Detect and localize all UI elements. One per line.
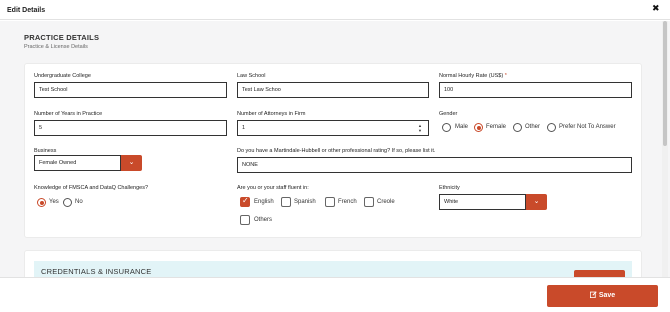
number-stepper-icon[interactable]: ▲ ▼ bbox=[418, 123, 422, 133]
rating-label: Do you have a Martindale-Hubbell or othe… bbox=[237, 148, 436, 154]
fmsca-radio-no[interactable] bbox=[63, 198, 72, 207]
undergrad-input[interactable]: Test School bbox=[34, 82, 227, 98]
ethnicity-select[interactable]: White bbox=[439, 194, 526, 210]
chevron-down-icon[interactable]: ⌄ bbox=[526, 194, 547, 210]
ethnicity-label: Ethnicity bbox=[439, 185, 460, 191]
language-option-others: Others bbox=[254, 217, 273, 223]
gender-option-female: Female bbox=[486, 124, 507, 130]
fmsca-option-yes: Yes bbox=[49, 199, 59, 205]
language-option-english: English bbox=[254, 199, 274, 205]
hourly-rate-label: Normal Hourly Rate (US$) * bbox=[439, 73, 507, 79]
hourly-rate-input[interactable]: 100 bbox=[439, 82, 632, 98]
gender-option-male: Male bbox=[455, 124, 469, 130]
gender-option-other: Other bbox=[525, 124, 541, 130]
language-checkbox-french[interactable] bbox=[325, 197, 335, 207]
business-label: Business bbox=[34, 148, 57, 154]
scroll-thumb[interactable] bbox=[663, 21, 667, 146]
language-checkbox-english[interactable] bbox=[240, 196, 250, 207]
gender-option-prefer-not: Prefer Not To Answer bbox=[559, 124, 616, 130]
language-option-french: French bbox=[338, 199, 357, 205]
practice-details-subtitle: Practice & License Details bbox=[24, 44, 88, 50]
gender-radio-other[interactable] bbox=[513, 123, 522, 132]
save-button-label: Save bbox=[598, 292, 616, 299]
attorneys-label: Number of Attorneys in Firm bbox=[237, 111, 306, 117]
gender-radio-male[interactable] bbox=[442, 123, 451, 132]
edit-icon bbox=[589, 291, 597, 299]
fmsca-label: Knowledge of FMSCA and DataQ Challenges? bbox=[34, 185, 149, 191]
law-school-label: Law School bbox=[237, 73, 266, 79]
attorneys-input[interactable]: 1 ▲ ▼ bbox=[237, 120, 429, 136]
undergrad-label: Undergraduate College bbox=[34, 73, 91, 79]
close-icon[interactable]: ✖ bbox=[652, 3, 660, 14]
rating-input[interactable]: NONE bbox=[237, 157, 632, 173]
language-checkbox-others[interactable] bbox=[240, 215, 250, 225]
required-marker: * bbox=[504, 73, 507, 79]
language-option-spanish: Spanish bbox=[294, 199, 316, 205]
years-label: Number of Years in Practice bbox=[34, 111, 103, 117]
language-option-creole: Creole bbox=[377, 199, 395, 205]
practice-details-title: PRACTICE DETAILS bbox=[24, 33, 100, 42]
language-checkbox-creole[interactable] bbox=[364, 197, 374, 207]
fmsca-radio-yes[interactable] bbox=[37, 198, 46, 207]
business-select[interactable]: Female Owned bbox=[34, 155, 121, 171]
credentials-title: CREDENTIALS & INSURANCE bbox=[41, 267, 152, 276]
gender-label: Gender bbox=[439, 111, 458, 117]
modal-header: Edit Details ✖ bbox=[0, 0, 670, 20]
gender-radio-prefer-not[interactable] bbox=[547, 123, 556, 132]
languages-label: Are you or your staff fluent in: bbox=[237, 185, 309, 191]
scrollbar[interactable] bbox=[662, 21, 668, 277]
edit-details-modal: Edit Details ✖ PRACTICE DETAILS Practice… bbox=[0, 0, 670, 312]
gender-radio-female[interactable] bbox=[474, 123, 483, 132]
chevron-down-icon[interactable]: ⌄ bbox=[121, 155, 142, 171]
fmsca-option-no: No bbox=[75, 199, 83, 205]
modal-title: Edit Details bbox=[7, 7, 46, 14]
language-checkbox-spanish[interactable] bbox=[281, 197, 291, 207]
law-school-input[interactable]: Test Law Schoo bbox=[237, 82, 429, 98]
save-button[interactable]: Save bbox=[547, 285, 658, 307]
years-input[interactable]: 5 bbox=[34, 120, 227, 136]
